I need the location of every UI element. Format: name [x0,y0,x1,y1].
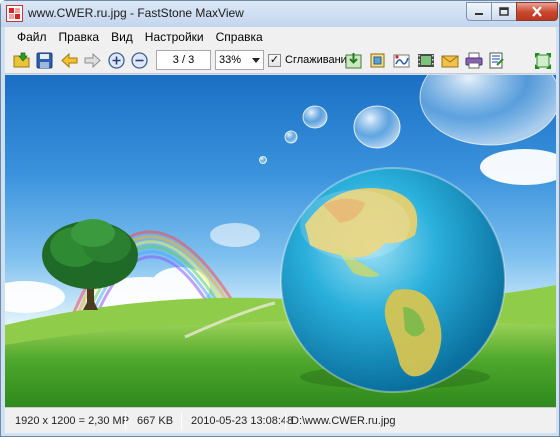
zoom-out-button[interactable] [129,50,150,71]
status-file-path: D:\www.CWER.ru.jpg [291,415,396,427]
open-button[interactable] [11,50,32,71]
page-number-field[interactable]: 3 / 3 [156,50,211,70]
window-title: www.CWER.ru.jpg - FastStone MaxView [28,6,244,20]
arrow-right-icon [84,53,101,68]
export-button[interactable] [343,50,364,71]
status-divider [285,412,286,430]
zoom-select[interactable]: 33% [215,50,264,70]
crop-image-icon [370,53,385,68]
status-dimensions: 1920 x 1200 = 2,30 MP [15,415,130,427]
next-button[interactable] [82,50,103,71]
menu-edit[interactable]: Правка [53,30,106,44]
save-disk-icon [36,52,53,69]
toolbar: 3 / 3 33% ✓ Сглаживание [5,47,556,74]
edit-button[interactable] [391,50,412,71]
maximize-icon [499,7,509,16]
menu-settings[interactable]: Настройки [139,30,210,44]
close-button[interactable] [516,2,558,21]
fullscreen-button[interactable] [532,50,553,71]
printer-icon [465,52,482,69]
slideshow-button[interactable] [415,50,436,71]
zoom-in-button[interactable] [106,50,127,71]
status-divider [125,412,126,430]
zoom-in-icon [108,52,125,69]
app-window: www.CWER.ru.jpg - FastStone MaxView Файл… [0,0,560,437]
menu-bar: Файл Правка Вид Настройки Справка [5,27,556,47]
maximize-button[interactable] [491,2,517,21]
chevron-down-icon [252,58,260,63]
zoom-out-icon [131,52,148,69]
properties-button[interactable] [486,50,507,71]
globe [280,167,506,393]
wallpaper-image [5,75,556,407]
smoothing-checkbox[interactable]: ✓ [268,54,281,67]
status-bar: 1920 x 1200 = 2,30 MP 667 KB 2010-05-23 … [5,407,556,433]
status-datetime: 2010-05-23 13:08:48 [191,415,294,427]
status-file-size: 667 KB [137,415,174,427]
close-icon [532,6,542,17]
previous-button[interactable] [59,50,80,71]
minimize-button[interactable] [466,2,492,21]
draw-edit-icon [393,54,410,68]
title-bar[interactable]: www.CWER.ru.jpg - FastStone MaxView [1,1,559,27]
menu-file[interactable]: Файл [11,30,53,44]
minimize-icon [475,12,483,15]
zoom-value: 33% [219,54,242,66]
arrow-left-icon [61,53,78,68]
open-folder-icon [13,52,29,68]
email-button[interactable] [439,50,460,71]
export-image-icon [345,53,362,69]
fullscreen-icon [534,52,551,69]
slideshow-film-icon [417,54,434,67]
app-logo-icon [6,5,23,22]
image-viewport[interactable] [5,75,556,407]
print-button[interactable] [463,50,484,71]
email-envelope-icon [441,55,458,68]
menu-view[interactable]: Вид [105,30,139,44]
properties-document-icon [489,52,504,69]
menu-help[interactable]: Справка [210,30,269,44]
save-button[interactable] [34,50,55,71]
status-divider [181,412,182,430]
crop-button[interactable] [367,50,388,71]
